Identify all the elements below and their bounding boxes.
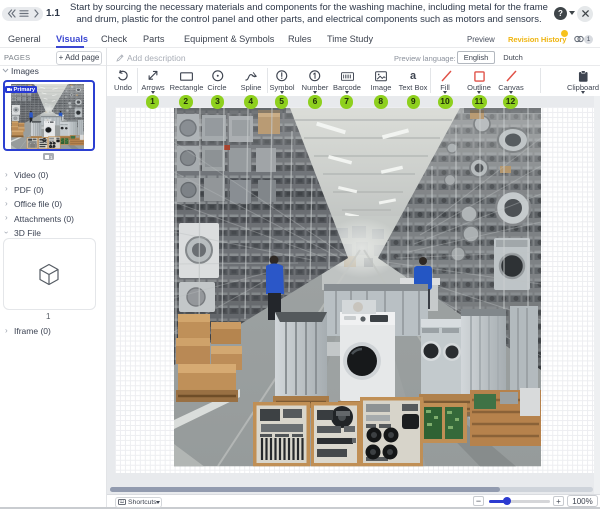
svg-text:1: 1 xyxy=(50,155,53,159)
